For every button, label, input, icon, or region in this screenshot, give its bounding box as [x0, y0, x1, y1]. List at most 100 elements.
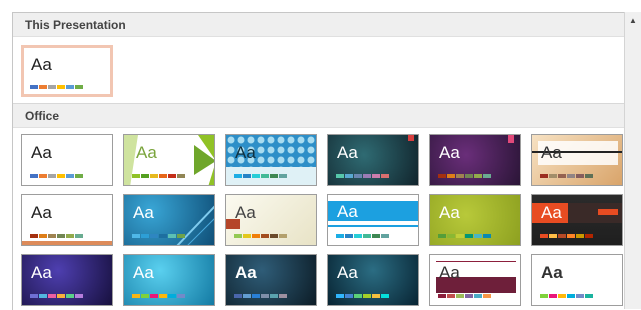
- swatch: [177, 174, 185, 178]
- accent-mark: [508, 135, 514, 143]
- swatch: [132, 174, 140, 178]
- theme-parcel[interactable]: Aa: [429, 254, 521, 306]
- vertical-scrollbar[interactable]: ▲: [624, 12, 641, 309]
- swatch: [372, 234, 380, 238]
- theme-savon[interactable]: Aa: [123, 254, 215, 306]
- swatch: [381, 174, 389, 178]
- swatch: [30, 234, 38, 238]
- swatch: [150, 294, 158, 298]
- swatch: [234, 294, 242, 298]
- rule-line: [436, 261, 516, 262]
- swatch: [567, 294, 575, 298]
- swatch: [39, 174, 47, 178]
- theme-wisp[interactable]: Aa: [225, 194, 317, 246]
- theme-swatches: [30, 174, 83, 178]
- theme-aa-text: Aa: [235, 263, 257, 282]
- theme-swatches: [132, 294, 185, 298]
- swatch: [345, 174, 353, 178]
- swatch: [474, 294, 482, 298]
- swatch: [576, 294, 584, 298]
- swatch: [447, 294, 455, 298]
- swatch: [447, 234, 455, 238]
- theme-mesh[interactable]: Aa: [21, 254, 113, 306]
- theme-aa-text: Aa: [133, 203, 154, 222]
- swatch: [261, 174, 269, 178]
- theme-banded[interactable]: Aa: [327, 194, 419, 246]
- swatch: [483, 234, 491, 238]
- swatch: [363, 174, 371, 178]
- swatch: [159, 234, 167, 238]
- swatch: [66, 234, 74, 238]
- theme-droplet[interactable]: Aa: [531, 254, 623, 306]
- swatch: [576, 234, 584, 238]
- swatch: [438, 294, 446, 298]
- swatch: [75, 174, 83, 178]
- accent-mark: [408, 135, 414, 141]
- swatch: [585, 234, 593, 238]
- theme-aa-text: Aa: [541, 143, 562, 162]
- swatch: [438, 234, 446, 238]
- theme-aa-text: Aa: [337, 202, 358, 221]
- swatch: [354, 174, 362, 178]
- swatch: [465, 174, 473, 178]
- swatch: [66, 174, 74, 178]
- theme-slice[interactable]: Aa: [123, 194, 215, 246]
- swatch: [132, 294, 140, 298]
- theme-swatches: [438, 294, 491, 298]
- swatch: [549, 294, 557, 298]
- swatch: [576, 174, 584, 178]
- theme-depth[interactable]: Aa: [327, 254, 419, 306]
- swatch: [159, 174, 167, 178]
- theme-ion[interactable]: Aa: [429, 134, 521, 186]
- swatch: [261, 234, 269, 238]
- swatch: [381, 234, 389, 238]
- swatch: [354, 234, 362, 238]
- theme-circuit[interactable]: Aa: [429, 194, 521, 246]
- theme-aa-text: Aa: [439, 203, 460, 222]
- theme-aa-text: Aa: [31, 143, 52, 162]
- theme-swatches: [234, 174, 287, 178]
- theme-berlin[interactable]: Aa: [531, 194, 623, 246]
- theme-retrospect[interactable]: Aa: [21, 194, 113, 246]
- theme-swatches: [540, 234, 593, 238]
- swatch: [252, 294, 260, 298]
- swatch: [336, 234, 344, 238]
- theme-organic[interactable]: Aa: [531, 134, 623, 186]
- swatch: [159, 294, 167, 298]
- swatch: [168, 174, 176, 178]
- swatch: [39, 234, 47, 238]
- theme-swatches: [30, 294, 83, 298]
- theme-swatches: [438, 234, 491, 238]
- scroll-up-arrow-icon[interactable]: ▲: [625, 12, 641, 28]
- theme-facet[interactable]: Aa: [123, 134, 215, 186]
- swatch: [585, 294, 593, 298]
- swatch: [150, 234, 158, 238]
- swatch: [48, 174, 56, 178]
- swatch: [345, 294, 353, 298]
- swatch: [234, 174, 242, 178]
- swatch: [30, 85, 38, 89]
- theme-swatches: [30, 234, 83, 238]
- theme-integral[interactable]: Aa: [225, 134, 317, 186]
- swatch: [132, 234, 140, 238]
- accent-bar: [22, 241, 112, 245]
- swatch: [141, 174, 149, 178]
- theme-aa-text: Aa: [235, 143, 256, 162]
- theme-office[interactable]: Aa: [21, 134, 113, 186]
- swatch: [270, 294, 278, 298]
- theme-main-event[interactable]: Aa: [225, 254, 317, 306]
- theme-ion-boardroom[interactable]: Aa: [327, 134, 419, 186]
- swatch: [57, 234, 65, 238]
- swatch: [438, 174, 446, 178]
- theme-current-aa: Aa: [31, 55, 52, 74]
- swatch: [141, 234, 149, 238]
- swatch: [558, 294, 566, 298]
- swatch: [279, 294, 287, 298]
- swatch: [474, 234, 482, 238]
- swatch: [483, 174, 491, 178]
- swatch: [447, 174, 455, 178]
- swatch: [549, 174, 557, 178]
- swatch: [57, 174, 65, 178]
- theme-current[interactable]: Aa: [21, 45, 113, 97]
- swatch: [150, 174, 158, 178]
